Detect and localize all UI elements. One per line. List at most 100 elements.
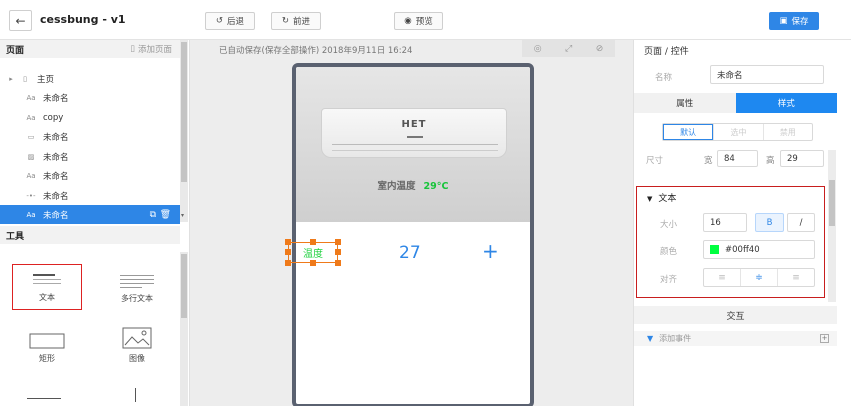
text-tool-icon — [33, 274, 61, 284]
copy-icon[interactable]: ⧉ — [150, 210, 156, 220]
properties-title: 页面 / 控件 — [644, 47, 689, 57]
tools-title: 工具 — [6, 232, 25, 242]
tool-multiline-text[interactable]: 多行文本 — [102, 264, 172, 310]
preview-button[interactable]: ◉ 预览 — [394, 12, 443, 30]
multiline-text-icon — [120, 275, 154, 288]
left-panel: 页面 ▯ 添加页面 ▸ ▯ 主页 Aa 未命名 Aa copy ▭ 未命名 ▨ 未命名 A… — [0, 40, 190, 406]
image-icon — [122, 327, 152, 349]
undo-icon: ↺ — [215, 16, 224, 26]
tool-rectangle[interactable]: 矩形 — [12, 324, 82, 370]
save-button[interactable]: ▣ 保存 — [769, 12, 819, 30]
height-input[interactable]: 29 — [780, 150, 824, 167]
back-button[interactable]: ← — [9, 10, 32, 31]
resize-handle[interactable] — [335, 249, 341, 255]
ac-indicator — [407, 136, 423, 138]
hide-icon[interactable]: ⊘ — [596, 44, 604, 54]
line-tool-icon[interactable] — [27, 398, 61, 399]
scroll-down-icon[interactable]: ▾ — [181, 212, 184, 219]
align-left-icon[interactable]: ≡ — [704, 269, 740, 286]
redo-icon: ↻ — [281, 16, 290, 26]
state-default-button[interactable]: 默认 — [663, 124, 714, 140]
tools-scrollbar-thumb[interactable] — [181, 254, 187, 318]
tools-header: 工具 — [0, 226, 180, 244]
save-icon: ▣ — [779, 16, 788, 26]
align-center-icon[interactable]: ≑ — [740, 269, 777, 286]
state-disabled-button[interactable]: 禁用 — [762, 124, 812, 140]
align-right-icon[interactable]: ≡ — [777, 269, 814, 286]
ac-unit-image: HET — [321, 108, 507, 158]
caret-right-icon: ▸ — [9, 74, 13, 83]
color-input[interactable]: #00ff40 — [703, 240, 815, 259]
state-selected-button[interactable]: 选中 — [713, 124, 762, 140]
name-input[interactable]: 未命名 — [710, 65, 824, 84]
resize-handle[interactable] — [285, 239, 291, 245]
page-tree-item-home[interactable]: ▸ ▯ 主页 — [0, 69, 180, 88]
filter-icon: ▼ — [647, 334, 654, 343]
undo-button[interactable]: ↺ 后退 — [205, 12, 255, 30]
increase-button[interactable]: + — [482, 239, 499, 263]
set-temperature-value[interactable]: 27 — [399, 243, 421, 263]
color-swatch[interactable] — [710, 245, 719, 254]
tools-scrollbar[interactable] — [180, 252, 188, 406]
autosave-status: 已自动保存(保存全部操作) 2018年9月11日 16:24 — [219, 46, 413, 56]
room-temp-label: 室内温度 — [377, 181, 416, 192]
tool-image[interactable]: 图像 — [102, 324, 172, 370]
add-page-button[interactable]: ▯ 添加页面 — [130, 43, 172, 55]
page-icon: ▯ — [23, 74, 27, 83]
resize-handle[interactable] — [285, 249, 291, 255]
tab-style[interactable]: 样式 — [735, 93, 837, 113]
add-event-plus-icon[interactable]: + — [820, 334, 829, 343]
ac-hero-image: HET 室内温度 29°C — [296, 67, 530, 222]
add-event-row[interactable]: ▼ 添加事件 + — [634, 331, 837, 346]
caret-down-icon: ▼ — [647, 195, 653, 203]
canvas-toolbar: ◎ ⤢ ⊘ — [522, 40, 615, 57]
tab-attributes[interactable]: 属性 — [634, 93, 736, 113]
ac-brand-label: HET — [401, 119, 427, 130]
room-temp-value: 29°C — [423, 181, 449, 192]
page-tree-item[interactable]: ▨ 未命名 — [0, 147, 180, 166]
layers-icon[interactable]: ◎ — [534, 44, 542, 54]
name-label: 名称 — [655, 73, 673, 83]
color-label: 颜色 — [660, 247, 678, 257]
tool-text[interactable]: 文本 — [12, 264, 82, 310]
ac-vent — [332, 144, 498, 151]
properties-scrollbar-thumb[interactable] — [829, 180, 835, 226]
add-event-label: 添加事件 — [659, 334, 692, 343]
align-label: 对齐 — [660, 275, 678, 285]
interaction-header: 交互 — [634, 306, 837, 324]
properties-scrollbar[interactable] — [828, 150, 836, 302]
page-tree-item[interactable]: -•- 未命名 — [0, 186, 180, 205]
redo-button[interactable]: ↻ 前进 — [271, 12, 321, 30]
font-size-input[interactable]: 16 — [703, 213, 747, 232]
text-icon: Aa — [26, 210, 36, 219]
font-size-label: 大小 — [660, 220, 678, 230]
resize-handle[interactable] — [335, 260, 341, 266]
pages-scrollbar[interactable] — [180, 40, 188, 222]
rectangle-icon — [29, 333, 65, 349]
resize-handle[interactable] — [335, 239, 341, 245]
italic-button[interactable]: / — [787, 213, 815, 232]
width-label: 宽 — [704, 156, 713, 166]
pages-header: 页面 ▯ 添加页面 — [0, 40, 180, 58]
image-icon: ▨ — [27, 152, 35, 161]
width-input[interactable]: 84 — [717, 150, 758, 167]
resize-handle[interactable] — [310, 260, 316, 266]
room-temperature-row: 室内温度 29°C — [296, 178, 530, 192]
text-section-header[interactable]: ▼ 文本 — [647, 191, 676, 204]
page-tree-item[interactable]: ▭ 未命名 — [0, 127, 180, 146]
page-tree-item-selected[interactable]: Aa 未命名 ⧉ 🗑 — [0, 205, 180, 224]
resize-handle[interactable] — [310, 239, 316, 245]
bold-button[interactable]: B — [755, 213, 784, 232]
phone-frame: HET 室内温度 29°C 27 + — [292, 63, 534, 406]
vertical-line-tool-icon[interactable] — [135, 388, 136, 402]
height-label: 高 — [766, 156, 775, 166]
canvas-area: 已自动保存(保存全部操作) 2018年9月11日 16:24 ◎ ⤢ ⊘ HET… — [190, 40, 633, 406]
resize-handle[interactable] — [285, 260, 291, 266]
fullscreen-icon[interactable]: ⤢ — [565, 44, 572, 54]
trash-icon[interactable]: 🗑 — [160, 210, 171, 220]
page-tree-item[interactable]: Aa 未命名 — [0, 88, 180, 107]
pages-scrollbar-thumb[interactable] — [181, 42, 187, 182]
page-tree-item[interactable]: Aa 未命名 — [0, 166, 180, 185]
page-tree-item[interactable]: Aa copy — [0, 108, 180, 127]
properties-panel: 页面 / 控件 名称 未命名 属性 样式 默认 选中 禁用 尺寸 宽 84 高 … — [633, 40, 851, 406]
